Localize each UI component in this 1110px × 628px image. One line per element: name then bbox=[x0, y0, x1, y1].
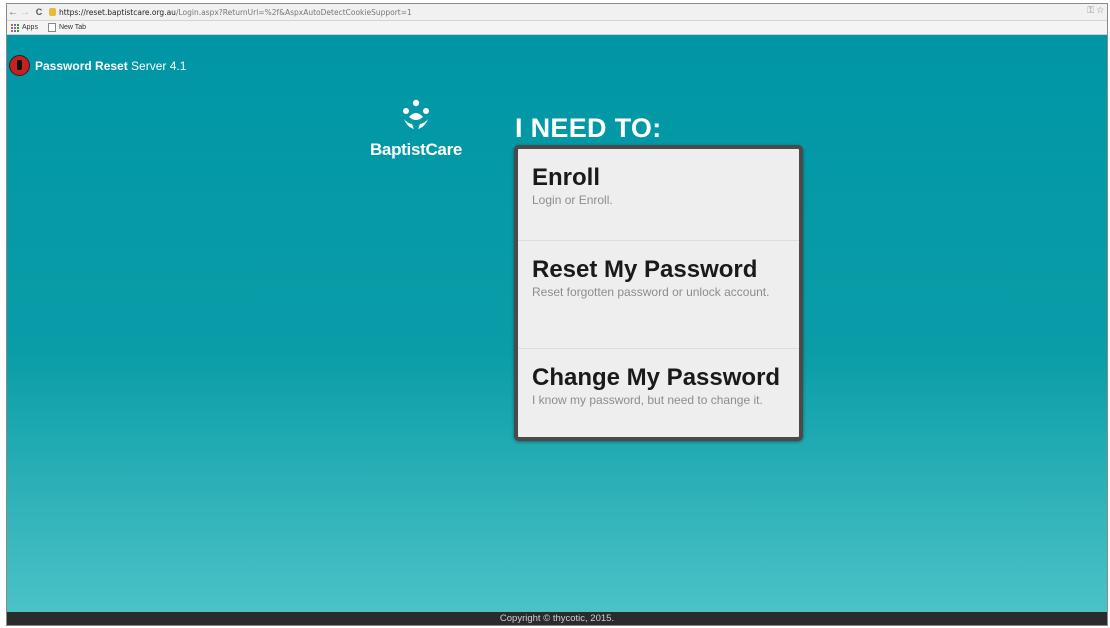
footer-copyright: Copyright © thycotic, 2015. bbox=[7, 612, 1107, 625]
url-host: https://reset.baptistcare.org.au bbox=[59, 7, 176, 17]
page-icon bbox=[47, 23, 56, 32]
enroll-option[interactable]: Enroll Login or Enroll. bbox=[518, 149, 799, 241]
option-title: Enroll bbox=[532, 164, 601, 191]
forward-button[interactable]: → bbox=[19, 7, 31, 18]
page-heading: I NEED TO: bbox=[515, 113, 662, 143]
lock-icon bbox=[49, 8, 56, 16]
reset-password-option[interactable]: Reset My Password Reset forgotten passwo… bbox=[518, 241, 799, 349]
bookmark-apps[interactable]: Apps bbox=[22, 24, 38, 31]
app-header: Password Reset Server 4.1 bbox=[9, 55, 186, 76]
option-description: Login or Enroll. bbox=[532, 193, 613, 207]
browser-toolbar: ← → C https://reset.baptistcare.org.au/L… bbox=[7, 4, 1107, 21]
url-path: /Login.aspx?ReturnUrl=%2f&AspxAutoDetect… bbox=[175, 7, 412, 17]
option-description: I know my password, but need to change i… bbox=[532, 393, 763, 407]
bookmarks-bar: Apps New Tab bbox=[7, 21, 1107, 35]
apps-icon[interactable] bbox=[11, 23, 19, 32]
address-bar[interactable]: https://reset.baptistcare.org.au/Login.a… bbox=[59, 8, 412, 17]
change-password-option[interactable]: Change My Password I know my password, b… bbox=[518, 349, 799, 437]
password-reset-logo-icon bbox=[9, 55, 30, 76]
reload-button[interactable]: C bbox=[33, 7, 45, 17]
star-icon[interactable]: ☆ bbox=[1097, 5, 1104, 15]
baptistcare-logo-icon bbox=[403, 99, 429, 129]
back-button[interactable]: ← bbox=[7, 7, 19, 18]
brand-name: BaptistCare bbox=[369, 140, 463, 159]
option-title: Reset My Password bbox=[532, 256, 758, 283]
app-title: Password Reset Server 4.1 bbox=[35, 58, 187, 73]
page-content: Password Reset Server 4.1 BaptistCare I … bbox=[7, 35, 1107, 615]
brand-logo: BaptistCare bbox=[361, 97, 471, 160]
option-title: Change My Password bbox=[532, 364, 781, 391]
browser-window: ← → C https://reset.baptistcare.org.au/L… bbox=[6, 3, 1108, 626]
bookmark-new-tab[interactable]: New Tab bbox=[59, 24, 86, 31]
options-panel: Enroll Login or Enroll. Reset My Passwor… bbox=[514, 145, 803, 441]
key-icon[interactable]: ⚿ bbox=[1087, 5, 1094, 15]
option-description: Reset forgotten password or unlock accou… bbox=[532, 285, 770, 299]
